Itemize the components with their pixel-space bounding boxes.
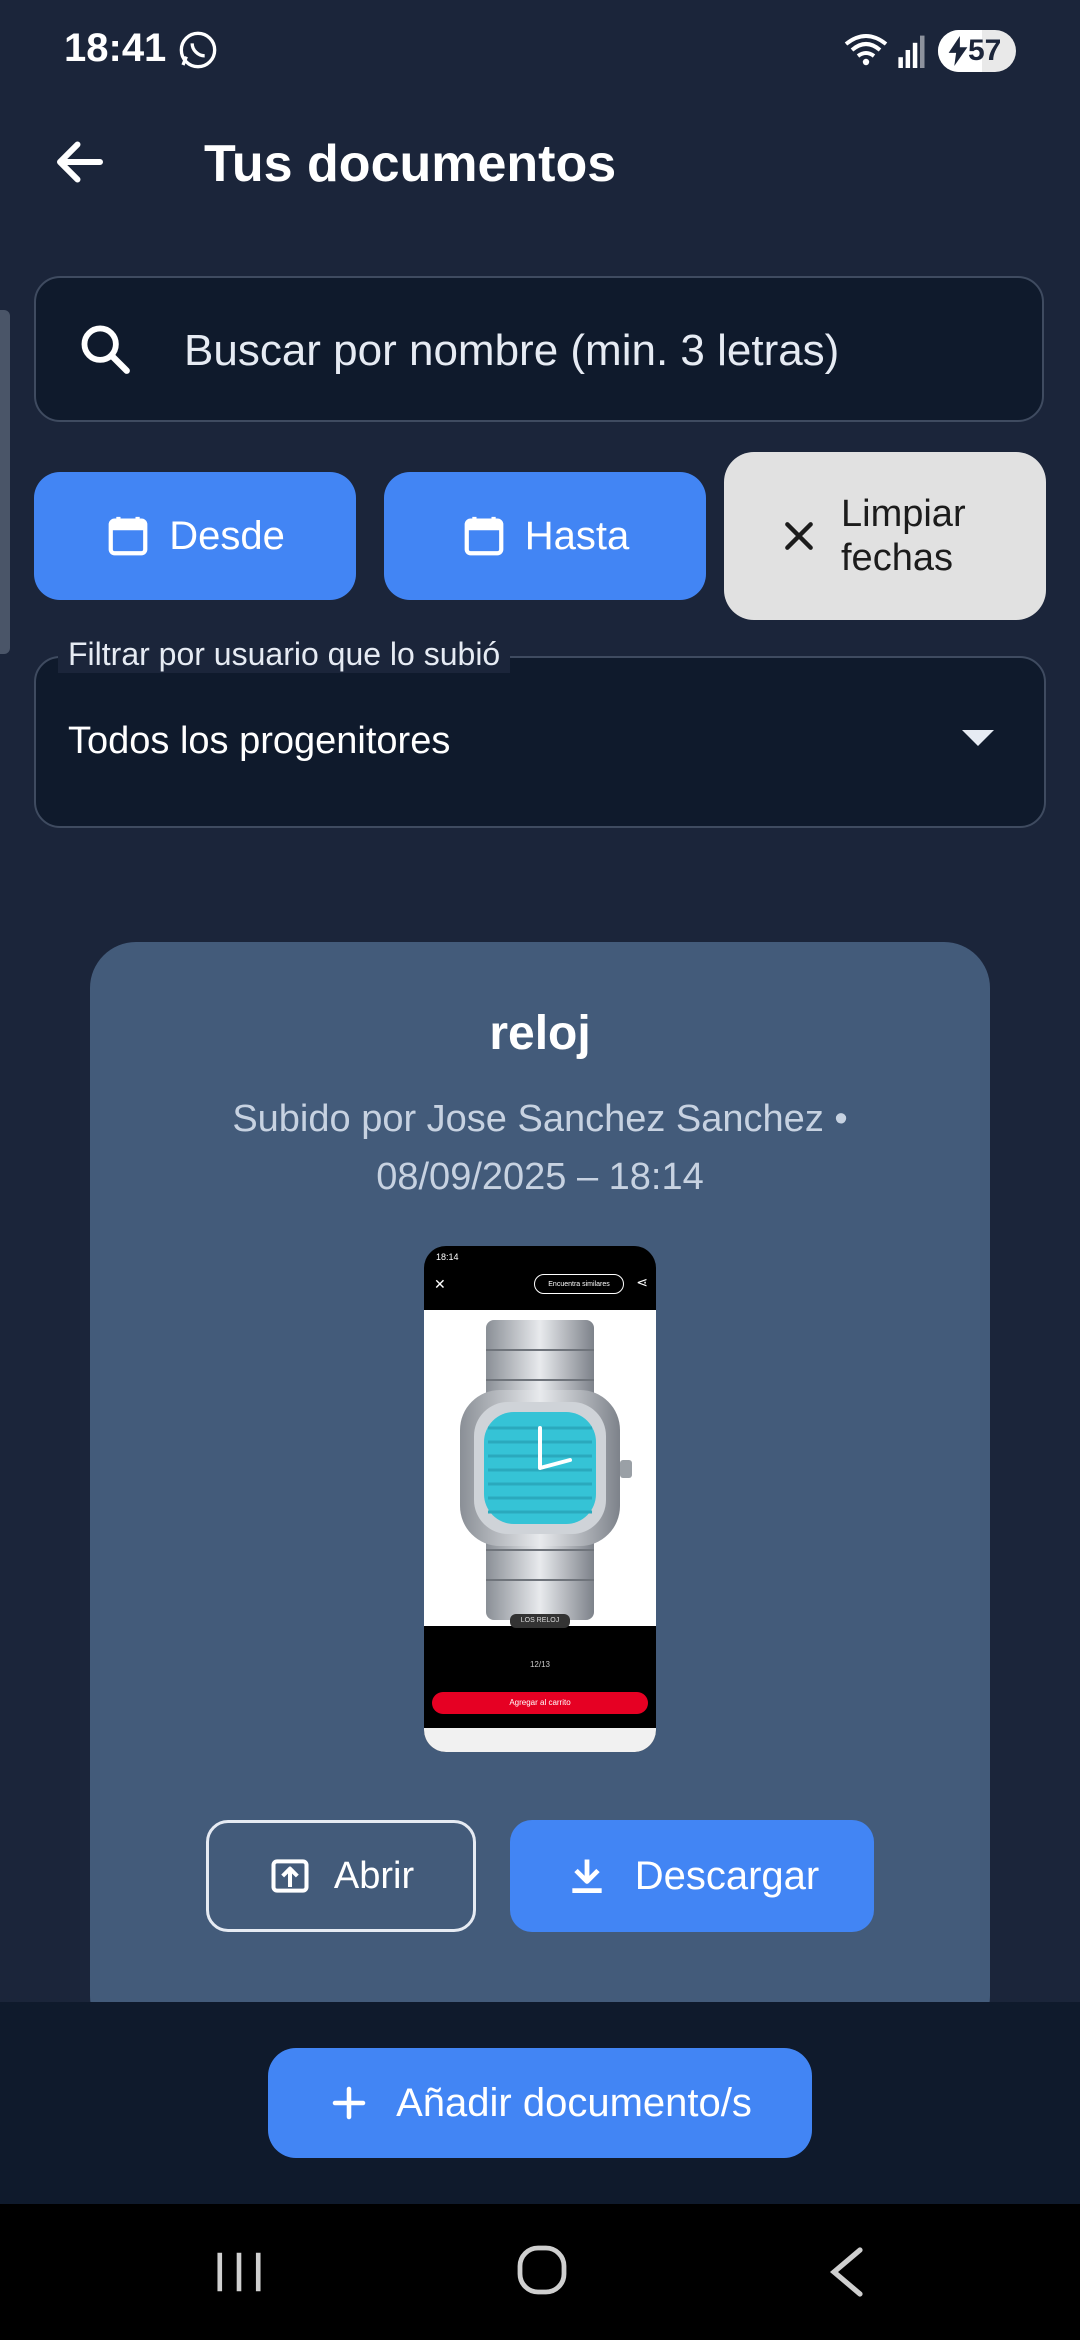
open-in-icon <box>271 1859 309 1893</box>
download-button[interactable]: Descargar <box>510 1820 874 1932</box>
battery-indicator: 57 <box>938 30 1016 72</box>
open-button[interactable]: Abrir <box>206 1820 476 1932</box>
calendar-icon <box>108 516 148 556</box>
user-filter-value: Todos los progenitores <box>68 720 451 762</box>
search-input[interactable] <box>182 308 1006 394</box>
whatsapp-icon <box>179 31 217 69</box>
plus-icon <box>332 2086 366 2120</box>
document-thumbnail[interactable]: 18:14 ✕ Encuentra similares ⋖ LOS RELOJ … <box>424 1246 656 1752</box>
user-filter-dropdown[interactable]: Todos los progenitores <box>34 656 1046 828</box>
search-field[interactable] <box>34 276 1044 422</box>
thumbnail-similar-pill: Encuentra similares <box>534 1274 624 1294</box>
page-title: Tus documentos <box>204 135 617 193</box>
add-documents-button[interactable]: Añadir documento/s <box>268 2048 812 2158</box>
thumbnail-share-icon: ⋖ <box>636 1274 648 1290</box>
charging-bolt-icon <box>948 36 968 66</box>
thumbnail-page: 12/13 <box>529 1660 551 1669</box>
download-label: Descargar <box>634 1853 820 1898</box>
signal-icon <box>898 35 925 68</box>
to-date-button[interactable]: Hasta <box>384 472 706 600</box>
thumbnail-close-icon: ✕ <box>434 1276 446 1292</box>
open-label: Abrir <box>333 1854 415 1897</box>
thumbnail-caption: LOS RELOJ <box>510 1614 570 1628</box>
document-title: reloj <box>489 1007 591 1060</box>
nav-back-icon[interactable] <box>826 2246 866 2298</box>
recent-apps-icon[interactable] <box>214 2250 264 2294</box>
search-icon <box>81 325 130 374</box>
download-icon <box>572 1859 602 1894</box>
back-arrow-icon[interactable] <box>50 132 110 192</box>
watch-image <box>424 1310 656 1626</box>
close-icon <box>785 522 813 550</box>
calendar-icon <box>464 516 504 556</box>
document-meta: Subido por Jose Sanchez Sanchez • 08/09/… <box>232 1098 848 1198</box>
status-time: 18:41 <box>64 26 167 70</box>
watch-illustration <box>460 1320 632 1620</box>
edge-handle[interactable] <box>0 310 10 654</box>
battery-percent: 57 <box>968 34 1002 67</box>
thumbnail-navbar <box>424 1728 656 1752</box>
home-icon[interactable] <box>516 2244 568 2296</box>
from-date-label: Desde <box>169 513 285 558</box>
from-date-button[interactable]: Desde <box>34 472 356 600</box>
dropdown-arrow-icon <box>962 730 994 746</box>
add-documents-label: Añadir documento/s <box>396 2080 752 2125</box>
clear-dates-label: Limpiar fechas <box>841 493 966 579</box>
user-filter-label: Filtrar por usuario que lo subió <box>58 636 511 673</box>
thumbnail-status-time: 18:14 <box>436 1252 459 1262</box>
thumbnail-cart-button: Agregar al carrito <box>432 1692 648 1714</box>
clear-dates-button[interactable]: Limpiar fechas <box>724 452 1046 620</box>
wifi-icon <box>844 34 888 66</box>
thumbnail-toolbar: ✕ Encuentra similares ⋖ <box>424 1268 656 1308</box>
to-date-label: Hasta <box>524 513 630 558</box>
